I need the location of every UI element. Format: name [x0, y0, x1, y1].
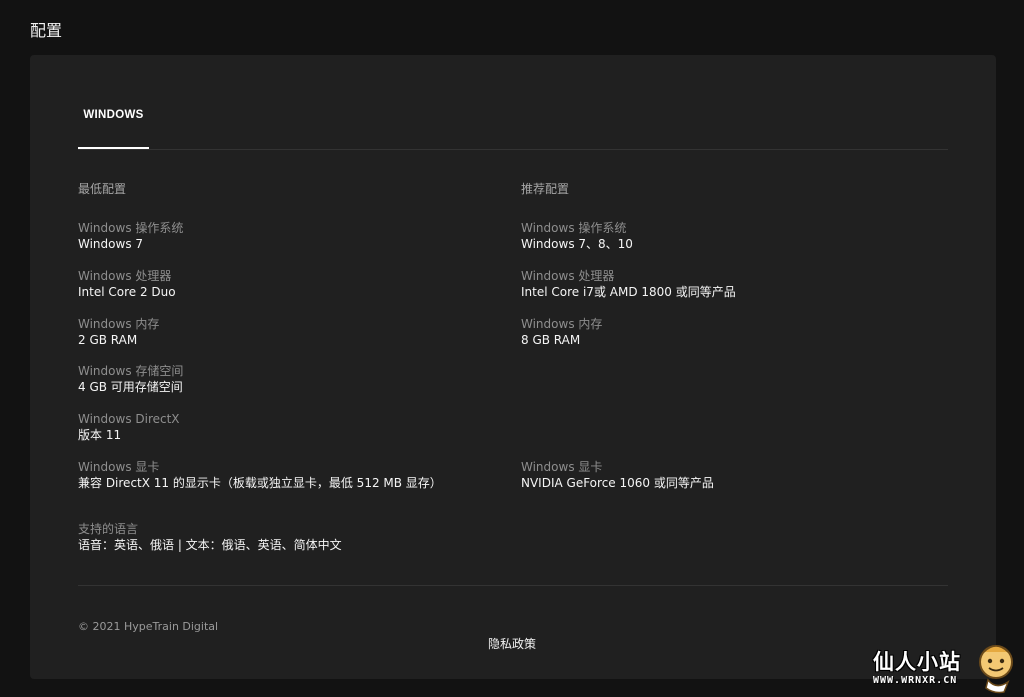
watermark-url: WWW.WRNXR.CN	[873, 675, 958, 686]
recommended-heading: 推荐配置	[521, 182, 570, 196]
min-processor-spec: Windows 处理器 Intel Core 2 Duo	[78, 268, 176, 300]
min-memory-spec: Windows 内存 2 GB RAM	[78, 316, 159, 348]
spec-value: Intel Core i7或 AMD 1800 或同等产品	[521, 285, 736, 299]
min-storage-spec: Windows 存储空间 4 GB 可用存储空间	[78, 363, 183, 395]
rec-os-spec: Windows 操作系统 Windows 7、8、10	[521, 220, 633, 252]
minimum-requirements: 最低配置 Windows 操作系统 Windows 7 Windows 处理器 …	[78, 180, 498, 490]
spec-value: 2 GB RAM	[78, 333, 138, 347]
languages-label: 支持的语言	[78, 522, 139, 536]
system-requirements-card: WINDOWS 最低配置 Windows 操作系统 Windows 7 Wind…	[30, 55, 996, 679]
spec-label: Windows 存储空间	[78, 364, 184, 378]
spec-value: 8 GB RAM	[521, 333, 581, 347]
spec-label: Windows DirectX	[78, 412, 180, 426]
watermark-text: 仙人小站	[873, 650, 961, 674]
spec-value: 兼容 DirectX 11 的显示卡（板载或独立显卡，最低 512 MB 显存）	[78, 476, 442, 490]
min-os-spec: Windows 操作系统 Windows 7	[78, 220, 183, 252]
spec-label: Windows 处理器	[78, 269, 172, 283]
languages-value: 语音：英语、俄语 | 文本：俄语、英语、简体中文	[78, 538, 342, 552]
mascot-logo-icon	[979, 645, 1013, 694]
page-title: 配置	[30, 21, 63, 40]
rec-graphics-spec: Windows 显卡 NVIDIA GeForce 1060 或同等产品	[521, 459, 714, 491]
recommended-requirements: 推荐配置 Windows 操作系统 Windows 7、8、10 Windows…	[521, 180, 941, 490]
active-tab-indicator	[78, 147, 149, 149]
platform-tabs: WINDOWS	[78, 55, 948, 150]
spec-label: Windows 处理器	[521, 269, 615, 283]
footer-divider	[78, 585, 948, 586]
spec-label: Windows 操作系统	[521, 221, 627, 235]
supported-languages: 支持的语言 语音：英语、俄语 | 文本：俄语、英语、简体中文	[78, 521, 342, 553]
spec-value: 4 GB 可用存储空间	[78, 380, 183, 394]
spec-value: Windows 7	[78, 237, 144, 251]
spec-label: Windows 内存	[78, 317, 160, 331]
spec-value: Windows 7、8、10	[521, 237, 633, 251]
privacy-policy-link[interactable]: 隐私政策	[488, 635, 536, 652]
copyright-text: © 2021 HypeTrain Digital	[78, 620, 219, 633]
spec-label: Windows 显卡	[521, 460, 603, 474]
spec-label: Windows 内存	[521, 317, 603, 331]
rec-memory-spec: Windows 内存 8 GB RAM	[521, 316, 602, 348]
rec-processor-spec: Windows 处理器 Intel Core i7或 AMD 1800 或同等产…	[521, 268, 736, 300]
tab-windows[interactable]: WINDOWS	[78, 109, 149, 149]
tab-windows-label: WINDOWS	[83, 109, 144, 121]
spec-label: Windows 操作系统	[78, 221, 184, 235]
minimum-heading: 最低配置	[78, 182, 127, 196]
spec-value: Intel Core 2 Duo	[78, 285, 176, 299]
min-directx-spec: Windows DirectX 版本 11	[78, 411, 180, 443]
spec-value: NVIDIA GeForce 1060 或同等产品	[521, 476, 714, 490]
spec-value: 版本 11	[78, 428, 122, 442]
site-watermark: 仙人小站 WWW.WRNXR.CN	[870, 642, 1020, 694]
spec-label: Windows 显卡	[78, 460, 160, 474]
min-graphics-spec: Windows 显卡 兼容 DirectX 11 的显示卡（板载或独立显卡，最低…	[78, 459, 518, 491]
